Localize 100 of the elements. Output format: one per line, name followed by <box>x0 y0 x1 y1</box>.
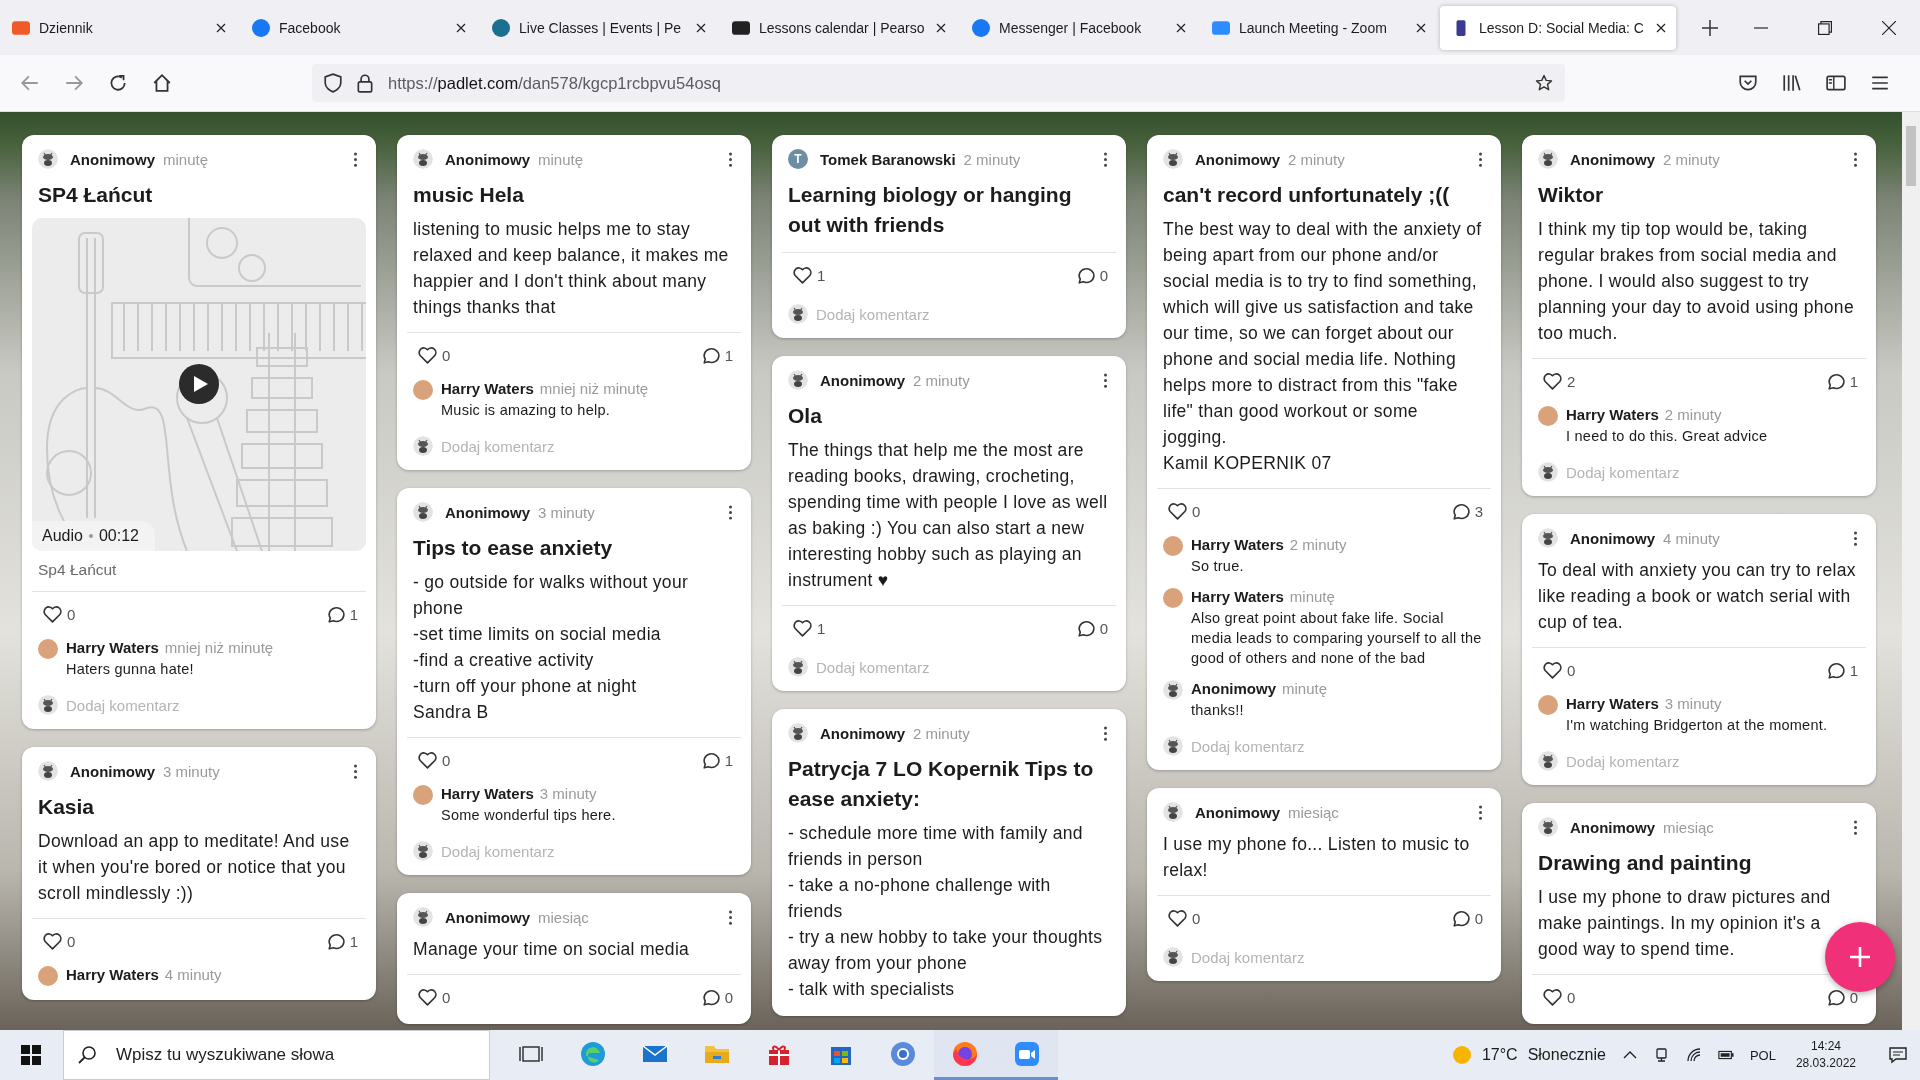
like-button[interactable]: 0 <box>1542 660 1576 681</box>
more-options-icon[interactable] <box>728 151 733 167</box>
more-options-icon[interactable] <box>1103 372 1108 388</box>
more-options-icon[interactable] <box>353 151 358 167</box>
like-button[interactable]: 1 <box>792 618 826 639</box>
restore-icon[interactable] <box>1818 20 1832 35</box>
close-icon[interactable] <box>1416 22 1426 33</box>
browser-tab[interactable]: Lesson D: Social Media: C <box>1440 5 1676 50</box>
star-icon[interactable] <box>1535 73 1553 93</box>
comment-time: minutę <box>1289 588 1335 605</box>
more-options-icon[interactable] <box>1853 151 1858 167</box>
more-options-icon[interactable] <box>1103 725 1108 741</box>
browser-tab[interactable]: Live Classes | Events | Pe <box>480 5 716 50</box>
avatar-icon <box>788 304 808 324</box>
new-tab-icon[interactable] <box>1702 19 1718 36</box>
audio-attachment[interactable]: Audio 00:12 <box>32 218 366 551</box>
avatar-icon <box>1538 462 1558 482</box>
like-button[interactable]: 0 <box>42 604 76 625</box>
browser-icon <box>952 1040 978 1067</box>
pocket-icon[interactable] <box>1738 73 1758 93</box>
taskbar-search-field[interactable]: Wpisz tu wyszukiwane słowa <box>63 1030 490 1080</box>
comment-count: 1 <box>699 750 733 771</box>
post-author: Anonimowy <box>445 150 530 168</box>
post-title: Wiktor <box>1538 182 1605 208</box>
post-text: I think my tip top would be, taking regular brakes from social media and phone. I would also suggest to try planning your day to avoid using phone too much. <box>1538 218 1855 345</box>
like-button[interactable]: 0 <box>417 987 451 1008</box>
comment-author: Harry Waters <box>66 639 159 656</box>
like-button[interactable]: 0 <box>417 750 451 771</box>
home-icon[interactable] <box>152 73 172 93</box>
post-title: Kasia <box>38 794 96 820</box>
post-text: I use my phone to draw pictures and make paintings. In my opinion it's a good way to spend time. <box>1538 886 1832 961</box>
post-title: Learning biology or hanging out with friends <box>788 182 1073 238</box>
like-button[interactable]: 1 <box>792 265 826 286</box>
comment-author: Harry Waters <box>1566 406 1659 423</box>
browser-tab[interactable]: Lessons calendar | Pearso <box>720 5 956 50</box>
post-author: Anonimowy <box>1195 803 1280 821</box>
taskbar-app-button[interactable] <box>934 1030 996 1080</box>
like-button[interactable]: 0 <box>1167 908 1201 929</box>
notification-icon[interactable] <box>1888 1045 1908 1065</box>
like-button[interactable]: 0 <box>1542 987 1576 1008</box>
taskbar-app-button[interactable] <box>996 1030 1058 1080</box>
comment-time: 2 minuty <box>1289 536 1347 553</box>
post-title: Tips to ease anxiety <box>413 535 614 561</box>
like-button[interactable]: 0 <box>1167 501 1201 522</box>
close-icon[interactable] <box>1176 22 1186 33</box>
clock-date: 28.03.2022 <box>1795 1055 1856 1072</box>
browser-tab[interactable]: Facebook <box>240 5 476 50</box>
comment-count: 1 <box>1824 371 1858 392</box>
more-options-icon[interactable] <box>1478 151 1483 167</box>
language-indicator[interactable]: POL <box>1749 1047 1776 1063</box>
comment-count: 1 <box>324 604 358 625</box>
comment-count: 0 <box>1824 987 1858 1008</box>
avatar-photo <box>413 785 433 805</box>
comment-author: Harry Waters <box>1191 536 1284 553</box>
windows-start-icon[interactable] <box>21 1045 41 1065</box>
avatar-photo <box>38 639 58 659</box>
wifi-icon[interactable] <box>1685 1047 1702 1063</box>
like-button[interactable]: 2 <box>1542 371 1576 392</box>
post-title: music Hela <box>413 182 525 208</box>
post-time: minutę <box>538 150 584 168</box>
more-options-icon[interactable] <box>1103 151 1108 167</box>
play-button[interactable] <box>179 364 219 404</box>
comment-count: 1 <box>1824 660 1858 681</box>
avatar-photo <box>1538 406 1558 426</box>
post-author: Anonimowy <box>820 371 905 389</box>
close-icon[interactable] <box>696 22 706 33</box>
avatar-photo <box>1163 588 1183 608</box>
scrollbar[interactable] <box>1902 112 1920 1030</box>
more-options-icon[interactable] <box>728 909 733 925</box>
address-bar[interactable]: https://padlet.com/dan578/kgcp1rcbpvu54osq <box>312 64 1565 102</box>
comment-time: 2 minuty <box>1664 406 1722 423</box>
avatar-icon <box>1163 947 1183 967</box>
reload-icon[interactable] <box>108 73 128 93</box>
camera-icon[interactable] <box>1653 1047 1670 1063</box>
library-icon[interactable] <box>1782 73 1802 93</box>
more-options-icon[interactable] <box>1853 819 1858 835</box>
avatar-icon <box>1538 528 1558 548</box>
post-time: 4 minuty <box>1663 529 1720 547</box>
sidebar-icon[interactable] <box>1826 73 1846 93</box>
close-icon[interactable] <box>216 22 226 33</box>
post-text: - schedule more time with family and friends in person - take a no-phone challenge with friends - try a new hobby to take your thoughts away from your phone - talk with specialists <box>788 822 1104 1001</box>
more-options-icon[interactable] <box>1853 530 1858 546</box>
like-button[interactable]: 0 <box>417 345 451 366</box>
post-title: Patrycja 7 LO Kopernik Tips to ease anxiety: <box>788 756 1095 812</box>
browser-tab[interactable]: Dziennik <box>0 5 236 50</box>
close-icon[interactable] <box>1882 20 1896 35</box>
back-arrow-icon[interactable] <box>20 73 40 93</box>
like-button[interactable]: 0 <box>42 931 76 952</box>
close-icon[interactable] <box>936 22 946 33</box>
post-author: Anonimowy <box>1195 150 1280 168</box>
close-icon[interactable] <box>1656 22 1666 33</box>
avatar-icon <box>1163 802 1183 822</box>
more-options-icon[interactable] <box>353 763 358 779</box>
more-options-icon[interactable] <box>1478 804 1483 820</box>
browser-tab[interactable]: Messenger | Facebook <box>960 5 1196 50</box>
more-options-icon[interactable] <box>728 504 733 520</box>
heart-icon <box>417 750 438 771</box>
forward-arrow-icon[interactable] <box>64 73 84 93</box>
close-icon[interactable] <box>456 22 466 33</box>
browser-tab[interactable]: Launch Meeting - Zoom <box>1200 5 1436 50</box>
